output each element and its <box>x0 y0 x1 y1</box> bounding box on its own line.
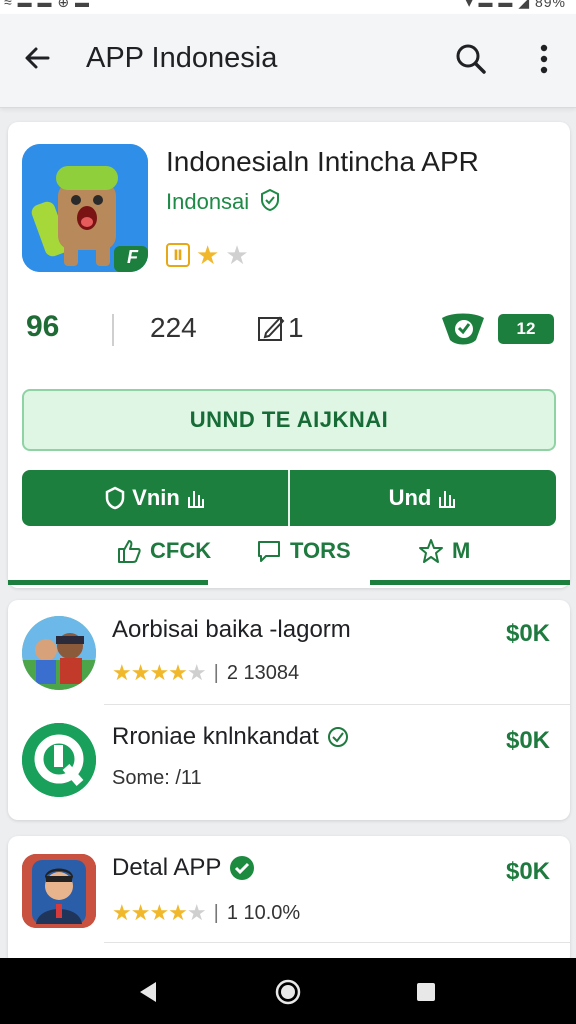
developer-name: Indonsai <box>166 189 250 214</box>
reviews-count: 1 <box>288 312 304 343</box>
age-rating-badge: Ⅱ <box>166 243 190 267</box>
thumb-up-icon <box>118 540 141 563</box>
left-action-button[interactable]: Vnin <box>22 470 288 526</box>
list-item-subtitle: ★★★★★ | 1 10.0% <box>112 900 300 926</box>
stats-row: 96 224 1 12 <box>8 304 570 354</box>
list-item-subtitle: ★★★★★ | 2 13084 <box>112 660 299 686</box>
list-item[interactable]: Aorbisai baika -lagorm ★★★★★ | 2 13084 $… <box>8 600 570 704</box>
shield-heart-icon[interactable] <box>438 310 488 350</box>
more-vert-icon[interactable] <box>528 40 560 78</box>
edit-review-icon <box>258 316 285 341</box>
secondary-actions: CFCK TORS M <box>8 534 570 574</box>
rating-stars: ★★★★★ <box>112 900 207 925</box>
list-item-title-text: Aorbisai baika -lagorm <box>112 616 351 643</box>
status-bar: ≈ ▬ ▬ ⊕ ▬ ▾ ▬ ▬ ◢ 89% <box>0 0 576 14</box>
list-item-title-text: Detal APP <box>112 854 222 881</box>
rating-pill-badge: 12 <box>498 314 554 344</box>
list-item-meta: 2 13084 <box>226 661 300 684</box>
reviews-stat: 1 <box>256 312 304 344</box>
chat-bubble-icon <box>258 541 280 562</box>
hand-icon <box>187 491 204 508</box>
right-action-button[interactable]: Und <box>290 470 556 526</box>
list-item-title: Aorbisai baika -lagorm <box>112 616 351 644</box>
tab-indicator-left <box>8 580 208 585</box>
list-item-title: Detal APP <box>112 854 255 882</box>
list-item-subtitle: Some: /11 <box>112 767 202 789</box>
avatar-icon <box>22 854 96 928</box>
separator: | <box>213 661 219 684</box>
action-comment[interactable]: TORS <box>256 538 351 564</box>
verified-check-icon <box>327 727 348 747</box>
action-like-label: CFCK <box>150 538 212 563</box>
verified-check-icon <box>261 188 280 212</box>
app-detail-card: F Indonesialn Intincha APR Indonsai Ⅱ ★ … <box>8 122 570 588</box>
action-split-button: Vnin Und <box>22 470 556 526</box>
price-label[interactable]: $0K <box>506 727 550 755</box>
status-right: ▾ ▬ ▬ ◢ 89% <box>465 0 566 10</box>
star-outline-icon <box>419 539 443 563</box>
status-left: ≈ ▬ ▬ ⊕ ▬ <box>4 0 90 10</box>
rating-stars: ★★★★★ <box>112 660 207 685</box>
list-item-title: Rroniae knlnkandat <box>112 723 349 751</box>
developer-link[interactable]: Indonsai <box>166 188 281 215</box>
action-like[interactable]: CFCK <box>116 538 211 564</box>
page-title: APP Indonesia <box>86 42 278 74</box>
score-value: 96 <box>26 310 60 343</box>
star-filled-icon: ★ <box>196 240 220 270</box>
right-action-label: Und <box>388 485 432 510</box>
separator: | <box>213 901 219 924</box>
price-label[interactable]: $0K <box>506 858 550 886</box>
list-item[interactable]: Rroniae knlnkandat Some: /11 $0K <box>8 705 570 817</box>
install-button[interactable]: UNND TE AIJKNAI <box>22 389 556 451</box>
shield-icon <box>105 486 125 510</box>
list-divider <box>104 942 570 943</box>
list-item[interactable]: Detal APP ★★★★★ | 1 10.0% $0K <box>8 836 570 942</box>
stats-divider <box>112 314 114 346</box>
system-nav-bar <box>0 958 576 1024</box>
list-item-meta: 1 10.0% <box>226 901 301 924</box>
rating-row: Ⅱ ★ ★ <box>166 240 249 270</box>
app-bar: APP Indonesia <box>0 14 576 108</box>
action-comment-label: TORS <box>290 538 351 563</box>
downloads-count: 224 <box>150 312 197 343</box>
nav-recents-icon[interactable] <box>412 978 440 1006</box>
tab-indicator-right <box>370 580 570 585</box>
app-logo-icon <box>22 723 96 797</box>
action-star[interactable]: M <box>418 538 470 564</box>
characters-icon <box>22 616 96 690</box>
verified-badge-icon <box>230 856 255 880</box>
app-name: Indonesialn Intincha APR <box>166 146 479 177</box>
search-icon[interactable] <box>452 40 490 78</box>
arrow-back-icon[interactable] <box>20 40 56 76</box>
app-icon[interactable]: F <box>22 144 148 272</box>
star-empty-icon: ★ <box>225 240 249 270</box>
action-star-label: M <box>452 538 471 563</box>
hand-icon <box>439 491 456 508</box>
person-portrait-icon <box>22 854 96 928</box>
list-item-title-text: Rroniae knlnkandat <box>112 723 319 750</box>
app-list-card: Detal APP ★★★★★ | 1 10.0% $0K <box>8 836 570 966</box>
game-icon <box>22 616 96 690</box>
q-logo-icon <box>22 723 96 797</box>
price-label[interactable]: $0K <box>506 620 550 648</box>
app-icon-corner-label: F <box>127 247 138 267</box>
nav-home-icon[interactable] <box>274 978 302 1006</box>
app-list-card: Aorbisai baika -lagorm ★★★★★ | 2 13084 $… <box>8 600 570 820</box>
left-action-label: Vnin <box>132 485 180 510</box>
nav-back-icon[interactable] <box>134 978 162 1006</box>
